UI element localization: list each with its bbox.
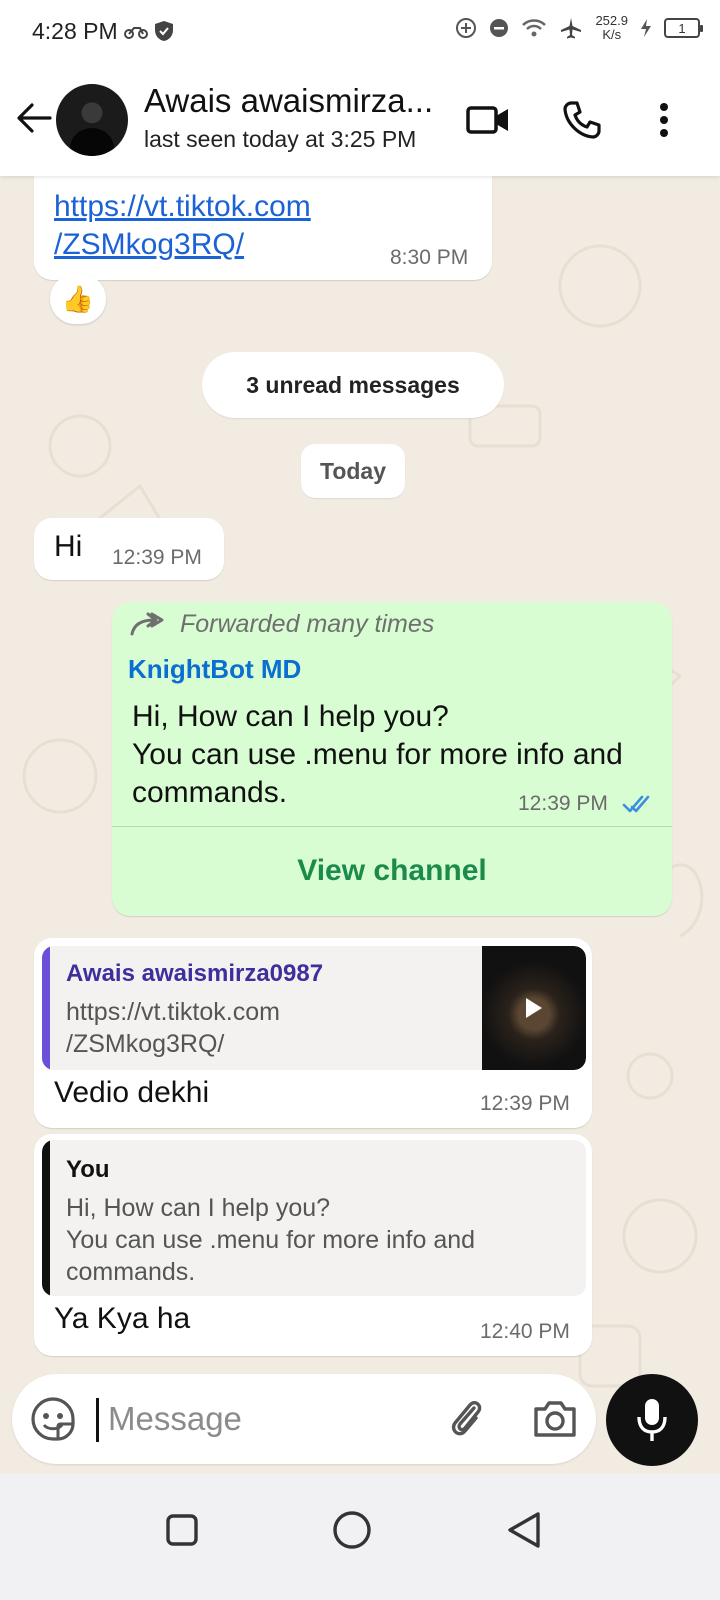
bubble-divider (112, 826, 672, 827)
voice-call-button[interactable] (556, 94, 608, 146)
camera-icon[interactable] (530, 1394, 580, 1444)
message-bubble-incoming[interactable]: Hi 12:39 PM (34, 518, 224, 580)
voice-call-icon (563, 101, 601, 139)
message-time: 8:30 PM (390, 246, 469, 269)
charging-icon (641, 19, 651, 37)
avatar[interactable] (56, 84, 128, 156)
message-bubble-incoming[interactable]: Awais awaismirza0987 https://vt.tiktok.c… (34, 938, 592, 1128)
video-call-icon (466, 106, 508, 134)
quote-bar (42, 946, 50, 1070)
text-caret (96, 1398, 99, 1442)
message-time: 12:39 PM (112, 546, 202, 569)
sender-name[interactable]: KnightBot MD (128, 654, 301, 685)
attach-icon[interactable] (442, 1394, 490, 1444)
message-link[interactable]: https://vt.tiktok.com /ZSMkog3RQ/ (54, 188, 311, 264)
message-bubble-incoming[interactable]: You Hi, How can I help you? You can use … (34, 1134, 592, 1356)
data-saver-icon (456, 18, 477, 38)
battery-indicator: 1 (664, 18, 703, 38)
message-input[interactable] (108, 1392, 428, 1446)
dnd-icon (490, 19, 509, 37)
shield-icon (155, 21, 173, 41)
message-text: Vedio dekhi (54, 1076, 210, 1109)
network-speed: 252.9 K/s (595, 13, 628, 42)
message-time: 12:39 PM (518, 792, 608, 815)
status-time: 4:28 PM (32, 18, 118, 44)
airplane-icon (561, 18, 582, 39)
forwarded-label: Forwarded many times (180, 610, 435, 638)
sticker-icon[interactable] (30, 1396, 76, 1442)
system-nav-bar (0, 1474, 720, 1600)
more-options-icon (660, 103, 668, 137)
message-text: Hi (54, 530, 83, 563)
quoted-message[interactable]: Awais awaismirza0987 https://vt.tiktok.c… (42, 946, 586, 1070)
last-seen: last seen today at 3:25 PM (144, 126, 417, 152)
more-options-button[interactable] (638, 94, 690, 146)
mic-button[interactable] (606, 1374, 698, 1466)
back-button[interactable] (12, 96, 56, 140)
message-bubble-outgoing[interactable]: Forwarded many times KnightBot MD Hi, Ho… (112, 602, 672, 916)
wifi-icon (522, 19, 547, 37)
chat-area[interactable]: https://vt.tiktok.com /ZSMkog3RQ/ 8:30 P… (0, 176, 720, 1500)
message-composer (12, 1374, 596, 1464)
message-time: 12:39 PM (480, 1092, 570, 1115)
double-check-icon (622, 795, 650, 813)
chat-header: Awais awaismirza... last seen today at 3… (0, 66, 720, 176)
nav-recents-icon (166, 1514, 198, 1546)
reaction-badge[interactable]: 👍 (50, 274, 106, 324)
bike-icon (124, 27, 148, 39)
quote-sender: Awais awaismirza0987 (66, 960, 324, 987)
nav-back-icon (508, 1512, 540, 1548)
view-channel-button[interactable]: View channel (112, 854, 672, 888)
mic-icon (637, 1399, 667, 1441)
forward-icon (130, 612, 164, 635)
nav-home-icon (333, 1511, 371, 1549)
message-bubble-link[interactable]: https://vt.tiktok.com /ZSMkog3RQ/ 8:30 P… (34, 176, 492, 280)
message-time: 12:40 PM (480, 1320, 570, 1343)
play-icon (526, 998, 542, 1018)
quote-bar (42, 1140, 50, 1296)
status-bar: 4:28 PM 252.9 K/s 1 (0, 0, 720, 66)
back-arrow-icon (17, 103, 52, 133)
quote-sender: You (66, 1156, 110, 1183)
unread-messages-banner: 3 unread messages (202, 352, 504, 418)
nav-home-button[interactable] (322, 1500, 382, 1560)
nav-back-button[interactable] (494, 1500, 554, 1560)
quote-text: https://vt.tiktok.com /ZSMkog3RQ/ (66, 998, 280, 1058)
date-separator: Today (301, 444, 405, 498)
quote-text: Hi, How can I help you? You can use .men… (66, 1194, 476, 1286)
contact-name[interactable]: Awais awaismirza... (144, 82, 444, 120)
quoted-message[interactable]: You Hi, How can I help you? You can use … (42, 1140, 586, 1296)
video-thumbnail[interactable] (482, 946, 586, 1070)
message-text: Ya Kya ha (54, 1302, 191, 1335)
video-call-button[interactable] (462, 94, 514, 146)
nav-recents-button[interactable] (152, 1500, 212, 1560)
